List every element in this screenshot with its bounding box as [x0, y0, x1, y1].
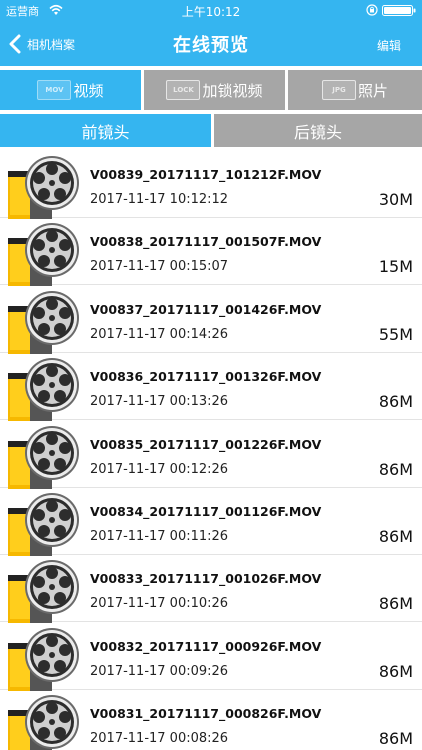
file-name: V00832_20171117_000926F.MOV	[90, 638, 322, 654]
status-time: 上午10:12	[181, 5, 241, 19]
file-row[interactable]: V00839_20171117_101212F.MOV 2017-11-17 10…	[0, 151, 422, 219]
file-size: 86M	[378, 594, 413, 614]
tab-locked-video[interactable]: LOCK 加锁视频	[144, 70, 285, 110]
jpg-file-icon: JPG	[321, 80, 356, 100]
film-reel-icon	[8, 358, 79, 422]
file-row[interactable]: V00834_20171117_001126F.MOV 2017-11-17 00…	[0, 488, 422, 556]
file-size: 86M	[378, 459, 413, 479]
film-reel-icon	[8, 290, 79, 354]
file-name: V00837_20171117_001426F.MOV	[90, 301, 322, 317]
tab-rear-camera[interactable]: 后镜头	[214, 114, 422, 147]
tab-video[interactable]: MOV 视频	[0, 70, 141, 110]
file-date: 2017-11-17 00:08:26	[90, 731, 229, 747]
lock-file-icon: LOCK	[166, 80, 201, 100]
file-name: V00839_20171117_101212F.MOV	[90, 167, 322, 182]
file-size: 86M	[378, 392, 413, 412]
file-size: 30M	[378, 190, 413, 209]
file-date: 2017-11-17 10:12:12	[90, 192, 229, 207]
file-name: V00838_20171117_001507F.MOV	[90, 234, 322, 250]
file-row[interactable]: V00831_20171117_000826F.MOV 2017-11-17 00…	[0, 690, 422, 750]
film-reel-icon	[8, 493, 79, 556]
file-date: 2017-11-17 00:14:26	[90, 326, 229, 342]
file-date: 2017-11-17 00:15:07	[90, 259, 229, 275]
file-date: 2017-11-17 00:10:26	[90, 596, 229, 612]
file-row[interactable]: V00833_20171117_001026F.MOV 2017-11-17 00…	[0, 555, 422, 624]
file-name: V00833_20171117_001026F.MOV	[90, 571, 322, 587]
mov-file-icon: MOV	[37, 80, 72, 100]
film-reel-icon	[8, 156, 79, 219]
file-date: 2017-11-17 00:11:26	[90, 529, 229, 544]
navigation-bar: 相机档案 在线预览 编辑	[0, 22, 422, 66]
file-row[interactable]: V00835_20171117_001226F.MOV 2017-11-17 00…	[0, 421, 422, 489]
file-size: 86M	[378, 527, 413, 546]
file-size: 86M	[378, 661, 413, 681]
tab-locked-video-label: 加锁视频	[202, 81, 263, 100]
film-reel-icon	[8, 560, 79, 624]
file-size: 15M	[378, 257, 413, 277]
file-list: V00839_20171117_101212F.MOV 2017-11-17 10…	[0, 151, 422, 750]
category-tabs: MOV 视频 LOCK 加锁视频 JPG 照片	[0, 68, 422, 110]
file-date: 2017-11-17 00:12:26	[90, 461, 229, 477]
file-name: V00831_20171117_000826F.MOV	[90, 706, 322, 722]
file-name: V00835_20171117_001226F.MOV	[90, 436, 322, 452]
film-reel-icon	[8, 627, 79, 691]
tab-front-camera[interactable]: 前镜头	[0, 114, 211, 147]
file-name: V00834_20171117_001126F.MOV	[90, 504, 322, 519]
film-reel-icon	[8, 425, 79, 489]
file-date: 2017-11-17 00:09:26	[90, 663, 229, 679]
orientation-lock-icon	[366, 4, 378, 16]
top-bar: 运营商 上午10:12 相机档案 在线预览 编辑	[0, 0, 422, 66]
file-name: V00836_20171117_001326F.MOV	[90, 369, 322, 385]
tab-photo[interactable]: JPG 照片	[288, 70, 422, 110]
battery-icon	[382, 5, 416, 16]
page-title: 在线预览	[173, 35, 249, 56]
status-bar: 运营商 上午10:12	[0, 0, 422, 22]
file-row[interactable]: V00832_20171117_000926F.MOV 2017-11-17 00…	[0, 623, 422, 691]
tab-video-label: 视频	[73, 81, 104, 100]
edit-button[interactable]: 编辑	[377, 37, 401, 54]
file-size: 86M	[378, 729, 413, 749]
file-row[interactable]: V00836_20171117_001326F.MOV 2017-11-17 00…	[0, 353, 422, 422]
file-date: 2017-11-17 00:13:26	[90, 394, 229, 410]
file-row[interactable]: V00837_20171117_001426F.MOV 2017-11-17 00…	[0, 286, 422, 354]
file-size: 55M	[378, 324, 413, 344]
film-reel-icon	[8, 695, 79, 750]
film-reel-icon	[8, 223, 79, 287]
file-row[interactable]: V00838_20171117_001507F.MOV 2017-11-17 00…	[0, 218, 422, 287]
tab-photo-label: 照片	[357, 81, 388, 100]
